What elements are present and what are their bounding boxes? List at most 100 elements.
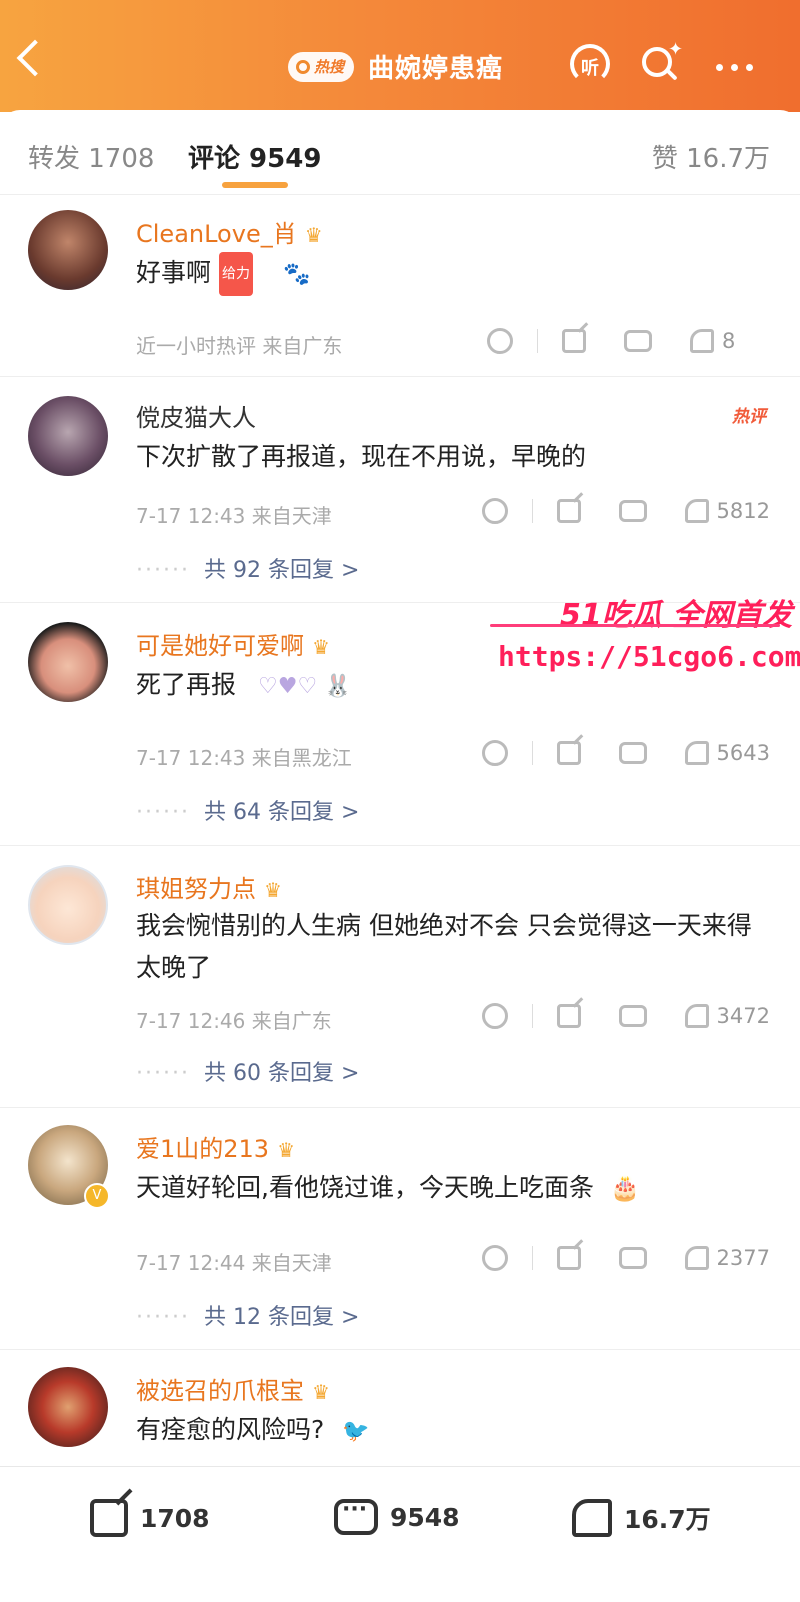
comment-text: 下次扩散了再报道，现在不用说，早晚的: [136, 442, 587, 471]
cartoon-sticker-icon: 🐦: [342, 1419, 370, 1444]
dots-icon: ······: [136, 558, 190, 583]
tab-forward[interactable]: 转发 1708: [28, 138, 154, 175]
like-button[interactable]: 16.7万: [572, 1499, 711, 1537]
tab-comment[interactable]: 评论 9549: [188, 138, 321, 175]
cake-sticker-icon: 🎂: [609, 1174, 640, 1202]
avatar[interactable]: [28, 1367, 108, 1447]
crown-icon: ♛: [312, 635, 330, 659]
forward-button[interactable]: 1708: [90, 1499, 210, 1537]
dislike-icon[interactable]: [481, 1245, 508, 1271]
comment-text: 死了再报 ♡♥♡ 🐰: [136, 670, 352, 699]
avatar[interactable]: [28, 622, 108, 702]
comment-item: 被选召的爪根宝 ♛ 有痊愈的风险吗? 🐦: [0, 1349, 800, 1466]
share-icon[interactable]: [556, 1004, 581, 1028]
dots-icon: ······: [136, 800, 190, 825]
comment-meta: 近一小时热评 来自广东: [136, 334, 343, 358]
dislike-icon[interactable]: [487, 328, 513, 354]
bunny-sticker-icon: ♡♥♡ 🐰: [258, 674, 352, 699]
comment-text: 好事啊 给力 🐾: [136, 252, 776, 296]
dislike-icon[interactable]: [481, 1003, 508, 1029]
hot-comment-tag: 热评: [732, 407, 766, 427]
comment-item: CleanLove_肖 ♛ 好事啊 给力 🐾 近一小时热评 来自广东 8: [0, 194, 800, 377]
like-icon[interactable]: [684, 1004, 709, 1028]
view-replies-link[interactable]: ······ 共 12 条回复 >: [136, 1299, 359, 1331]
like-count: 5643: [716, 741, 770, 765]
crown-icon: ♛: [277, 1138, 296, 1162]
forward-count: 1708: [140, 1503, 210, 1533]
username[interactable]: 傥皮猫大人: [136, 398, 256, 433]
cartoon-sticker-icon: 🐾: [282, 262, 311, 287]
comment-actions: 5643: [481, 740, 770, 766]
crown-icon: ♛: [264, 878, 282, 902]
verified-badge-icon: V: [84, 1183, 110, 1209]
view-replies-link[interactable]: ······ 共 60 条回复 >: [136, 1055, 359, 1087]
username[interactable]: 被选召的爪根宝 ♛: [136, 1371, 330, 1406]
avatar[interactable]: [28, 396, 108, 476]
reply-icon[interactable]: [618, 500, 647, 522]
comment-button[interactable]: 9548: [334, 1497, 460, 1535]
ai-search-icon[interactable]: ✦: [642, 39, 683, 81]
like-icon[interactable]: [684, 499, 709, 523]
dislike-icon[interactable]: [481, 740, 508, 766]
avatar[interactable]: [28, 210, 108, 290]
dots-icon: ······: [136, 1305, 190, 1330]
share-icon[interactable]: [556, 499, 581, 523]
back-icon[interactable]: [16, 39, 54, 77]
comment-text: 天道好轮回,看他饶过谁，今天晚上吃面条 🎂: [136, 1173, 640, 1202]
page-title: 曲婉婷患癌: [368, 54, 504, 84]
reply-icon[interactable]: [624, 330, 652, 352]
comment-actions: 8: [487, 328, 770, 354]
like-count: 3472: [716, 1004, 770, 1028]
crown-icon: ♛: [304, 223, 323, 247]
bottom-action-bar: 1708 9548 16.7万: [0, 1466, 800, 1602]
share-icon[interactable]: [562, 329, 586, 353]
like-icon[interactable]: [684, 1246, 709, 1270]
tab-active-indicator: [222, 182, 288, 188]
tab-like[interactable]: 赞 16.7万: [652, 138, 770, 175]
like-count: 2377: [716, 1246, 770, 1270]
view-replies-link[interactable]: ······ 共 92 条回复 >: [136, 552, 359, 584]
reply-icon[interactable]: [618, 1005, 647, 1027]
thumbs-up-icon: [572, 1499, 612, 1537]
username[interactable]: 爱1山的213 ♛: [136, 1129, 295, 1164]
comment-meta: 7-17 12:43 来自天津: [136, 504, 332, 528]
comment-item: 可是她好可爱啊 ♛ 死了再报 ♡♥♡ 🐰 7-17 12:43 来自黑龙江 5643…: [0, 602, 800, 846]
reply-icon[interactable]: [618, 1247, 647, 1269]
like-icon[interactable]: [684, 741, 709, 765]
reply-icon[interactable]: [618, 742, 647, 764]
comment-count: 9548: [390, 1502, 460, 1532]
crown-icon: ♛: [312, 1380, 330, 1404]
dots-icon: ······: [136, 1061, 190, 1086]
comment-item: 傥皮猫大人 热评 下次扩散了再报道，现在不用说，早晚的 7-17 12:43 来…: [0, 376, 800, 603]
hot-badge-label: 热搜: [314, 58, 345, 76]
view-replies-link[interactable]: ······ 共 64 条回复 >: [136, 794, 359, 826]
comment-meta: 7-17 12:44 来自天津: [136, 1251, 332, 1275]
comment-text: 我会惋惜别的人生病 但她绝对不会 只会觉得这一天来得太晚了: [136, 911, 752, 982]
like-count: 16.7万: [624, 1505, 711, 1534]
tab-bar: 转发 1708 评论 9549 赞 16.7万: [0, 110, 800, 195]
comment-meta: 7-17 12:43 来自黑龙江: [136, 746, 352, 770]
username[interactable]: CleanLove_肖 ♛: [136, 214, 323, 249]
comment-meta: 7-17 12:46 来自广东: [136, 1009, 332, 1033]
share-icon[interactable]: [556, 741, 581, 765]
share-icon[interactable]: [556, 1246, 581, 1270]
dislike-icon[interactable]: [481, 498, 508, 524]
username[interactable]: 琪姐努力点 ♛: [136, 869, 282, 904]
like-icon[interactable]: [690, 329, 714, 353]
avatar[interactable]: [28, 865, 108, 945]
like-count: 8: [722, 329, 736, 353]
forward-icon: [90, 1499, 128, 1537]
listen-label: 听: [581, 58, 599, 79]
hot-search-badge: 热搜: [288, 51, 355, 82]
comment-actions: 5812: [481, 498, 770, 524]
search-icon: [296, 59, 310, 74]
username[interactable]: 可是她好可爱啊 ♛: [136, 626, 330, 661]
emoji-sticker: 给力: [218, 252, 253, 296]
top-bar: 热搜 曲婉婷患癌 听 ✦: [0, 0, 800, 112]
comment-item: 琪姐努力点 ♛ 我会惋惜别的人生病 但她绝对不会 只会觉得这一天来得太晚了 7-1…: [0, 845, 800, 1108]
like-count: 5812: [716, 499, 770, 523]
more-icon[interactable]: [716, 64, 753, 71]
comment-item: V 爱1山的213 ♛ 天道好轮回,看他饶过谁，今天晚上吃面条 🎂 7-17 12:…: [0, 1107, 800, 1350]
hot-search-title[interactable]: 热搜 曲婉婷患癌: [288, 48, 503, 85]
listen-headphones-icon[interactable]: 听: [568, 42, 618, 86]
